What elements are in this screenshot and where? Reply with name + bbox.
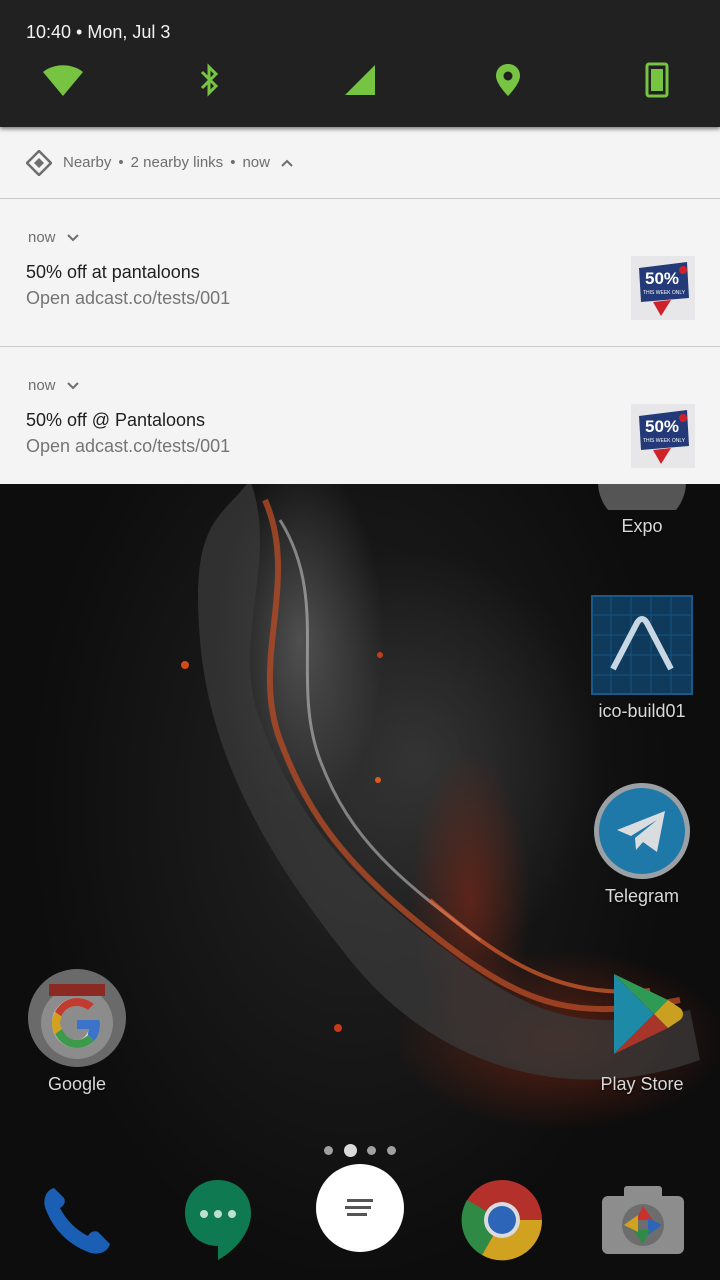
dock-phone[interactable] xyxy=(36,1180,116,1265)
thumb-subtext: THIS WEEK ONLY xyxy=(643,438,686,444)
chevron-down-icon[interactable] xyxy=(66,233,80,243)
nearby-app-name: Nearby xyxy=(63,154,112,171)
notification-card[interactable]: now 50% off @ Pantaloons Open adcast.co/… xyxy=(0,348,720,495)
thumb-percent: 50% xyxy=(645,269,679,288)
notification-body: Open adcast.co/tests/001 xyxy=(26,436,231,456)
app-label: Play Store xyxy=(600,1074,684,1094)
page-dot xyxy=(324,1145,333,1155)
notification-title: 50% off @ Pantaloons xyxy=(26,410,206,430)
notification-time: now xyxy=(28,229,56,246)
thumb-percent: 50% xyxy=(645,417,679,436)
wifi-icon xyxy=(43,65,83,96)
wifi-toggle[interactable] xyxy=(41,60,85,100)
app-label: Google xyxy=(47,1074,107,1094)
location-toggle[interactable] xyxy=(486,60,530,100)
bluetooth-toggle[interactable] xyxy=(188,60,232,100)
app-label: ico-build01 xyxy=(598,701,686,721)
cellular-signal-icon xyxy=(345,65,375,95)
telegram-icon xyxy=(594,783,690,879)
page-dot xyxy=(367,1145,377,1155)
location-icon xyxy=(496,64,520,96)
dock-chrome[interactable] xyxy=(460,1178,544,1267)
offer-thumbnail: 50% THIS WEEK ONLY xyxy=(631,256,695,320)
notification-time: now xyxy=(28,377,56,394)
play-store-icon xyxy=(614,974,683,1054)
phone-icon xyxy=(44,1188,110,1254)
app-label: Expo xyxy=(621,516,663,536)
auto-rotate-icon xyxy=(645,62,669,98)
notification-body: Open adcast.co/tests/001 xyxy=(26,288,231,308)
nearby-icon xyxy=(26,149,52,176)
cellular-toggle[interactable] xyxy=(338,60,382,100)
auto-rotate-toggle[interactable] xyxy=(635,60,679,100)
dock-hangouts[interactable] xyxy=(182,1176,254,1267)
chevron-down-icon[interactable] xyxy=(66,381,80,391)
page-indicator xyxy=(324,1142,396,1158)
dock-camera[interactable] xyxy=(600,1184,686,1261)
nearby-time: now xyxy=(242,154,270,171)
nearby-summary: 2 nearby links xyxy=(130,154,224,171)
separator-dot: • xyxy=(230,154,236,171)
google-icon xyxy=(28,969,126,1067)
app-drawer-icon xyxy=(316,1164,404,1252)
app-label: Telegram xyxy=(604,886,680,906)
chevron-up-icon[interactable] xyxy=(280,158,294,168)
page-dot xyxy=(386,1145,396,1155)
separator-dot: • xyxy=(118,154,124,171)
app-telegram[interactable]: Telegram xyxy=(572,782,712,907)
camera-icon xyxy=(602,1186,684,1254)
notification-card[interactable]: now 50% off at pantaloons Open adcast.co… xyxy=(0,200,720,347)
page-dot-active xyxy=(343,1143,357,1157)
nearby-group-header[interactable]: Nearby • 2 nearby links • now xyxy=(0,127,720,199)
hangouts-icon xyxy=(185,1180,251,1260)
bluetooth-icon xyxy=(200,63,219,97)
app-play-store[interactable]: Play Store xyxy=(572,968,712,1095)
notification-time-row: now xyxy=(28,229,80,246)
thumb-subtext: THIS WEEK ONLY xyxy=(643,290,686,296)
notification-time-row: now xyxy=(28,377,80,394)
status-time-date: 10:40 • Mon, Jul 3 xyxy=(26,22,171,42)
notification-title: 50% off at pantaloons xyxy=(26,262,200,282)
app-ico-build01[interactable]: ico-build01 xyxy=(572,595,712,722)
notification-shade: Nearby • 2 nearby links • now now 50% of… xyxy=(0,127,720,484)
ico-build-icon xyxy=(591,595,693,695)
offer-thumbnail: 50% THIS WEEK ONLY xyxy=(631,404,695,468)
app-google[interactable]: Google xyxy=(7,968,147,1095)
chrome-icon xyxy=(461,1180,543,1261)
quick-settings-panel: 10:40 • Mon, Jul 3 xyxy=(0,0,720,127)
app-drawer-button[interactable] xyxy=(314,1162,406,1259)
